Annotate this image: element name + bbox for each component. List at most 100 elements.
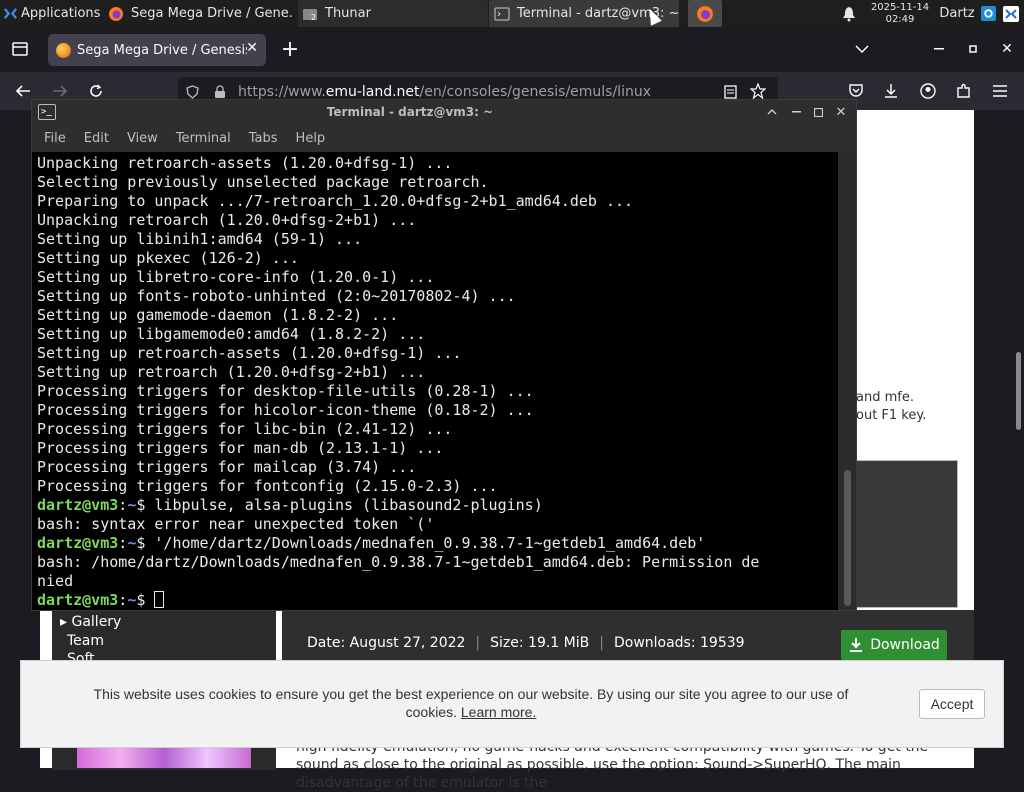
lock-icon[interactable] xyxy=(214,85,226,99)
new-tab-plus-icon[interactable]: + xyxy=(277,36,303,62)
settings-gear-icon[interactable] xyxy=(978,0,998,27)
close-window-icon[interactable]: ✕ xyxy=(994,36,1020,62)
download-label: Download xyxy=(870,637,940,653)
taskbar-firefox-launcher[interactable] xyxy=(688,0,722,27)
emu-land-favicon xyxy=(56,42,71,58)
firefox-tab-bar: Sega Mega Drive / Genesis ✕ + ✕ xyxy=(0,27,1024,72)
cookie-text: This website uses cookies to ensure you … xyxy=(91,685,851,721)
terminal-output-line: Setting up libinih1:amd64 (59-1) ... xyxy=(37,230,363,248)
url-prefix: https://www. xyxy=(238,84,326,100)
xfce-mouse-icon xyxy=(3,8,18,19)
reader-view-icon[interactable] xyxy=(724,85,737,99)
terminal-output-line: Unpacking retroarch-assets (1.20.0+dfsg-… xyxy=(37,154,453,172)
shield-icon[interactable] xyxy=(186,85,199,99)
terminal-error-line: bash: syntax error near unexpected token… xyxy=(37,515,435,533)
terminal-command: '/home/dartz/Downloads/mednafen_0.9.38.7… xyxy=(154,534,706,552)
menu-file[interactable]: File xyxy=(44,131,66,146)
terminal-scrollbar-thumb[interactable] xyxy=(844,470,851,606)
file-downloads: Downloads: 19539 xyxy=(613,635,745,651)
clock-time: 02:49 xyxy=(885,13,915,25)
download-button[interactable]: Download xyxy=(841,630,947,660)
firefox-icon xyxy=(109,6,123,21)
terminal-prompt-line[interactable]: dartz@vm3:~$ xyxy=(37,591,838,610)
terminal-output-line: Processing triggers for mailcap (3.74) .… xyxy=(37,458,417,476)
terminal-close-icon[interactable]: ✕ xyxy=(831,102,851,122)
taskbar-firefox-label: Sega Mega Drive / Gene... xyxy=(131,6,294,21)
terminal-output-line: Setting up retroarch-assets (1.20.0+dfsg… xyxy=(37,344,462,362)
accept-cookies-button[interactable]: Accept xyxy=(919,689,985,719)
terminal-output-line: Processing triggers for libc-bin (2.41-1… xyxy=(37,420,453,438)
notifications-bell-icon[interactable] xyxy=(838,0,860,27)
taskbar-thunar-label: Thunar xyxy=(325,6,371,21)
minimize-icon[interactable] xyxy=(926,36,952,62)
terminal-output-line: Setting up pkexec (126-2) ... xyxy=(37,249,299,267)
extensions-puzzle-icon[interactable] xyxy=(951,78,977,104)
terminal-error-line: bash: /home/dartz/Downloads/mednafen_0.9… xyxy=(37,553,760,571)
page-text-fragment: out F1 key. xyxy=(856,408,927,423)
text-cursor xyxy=(154,591,165,608)
page-scrollbar[interactable] xyxy=(1016,352,1021,430)
terminal-output-line: Processing triggers for hicolor-icon-the… xyxy=(37,401,534,419)
taskbar-thunar[interactable]: 2 Thunar xyxy=(298,0,488,27)
terminal-output[interactable]: Unpacking retroarch-assets (1.20.0+dfsg-… xyxy=(32,152,838,610)
url-domain: emu-land.net xyxy=(325,84,420,100)
menu-view[interactable]: View xyxy=(127,131,158,146)
list-all-tabs-chevron-icon[interactable] xyxy=(849,36,875,62)
browser-tab[interactable]: Sega Mega Drive / Genesis ✕ xyxy=(48,34,266,66)
terminal-output-line: Preparing to unpack .../7-retroarch_1.20… xyxy=(37,192,634,210)
account-icon[interactable] xyxy=(915,78,941,104)
menu-help[interactable]: Help xyxy=(296,131,326,146)
shade-chevron-up-icon[interactable] xyxy=(762,102,782,122)
terminal-command: libpulse, alsa-plugins (libasound2-plugi… xyxy=(154,496,543,514)
file-size: Size: 19.1 MiB xyxy=(490,635,590,651)
terminal-minimize-icon[interactable] xyxy=(786,102,806,122)
terminal-lines: Unpacking retroarch-assets (1.20.0+dfsg-… xyxy=(37,154,838,496)
terminal-window[interactable]: >_ Terminal - dartz@vm3: ~ ✕ File Edit V… xyxy=(31,99,857,611)
terminal-output-line: Processing triggers for fontconfig (2.15… xyxy=(37,477,498,495)
terminal-menubar: File Edit View Terminal Tabs Help xyxy=(32,124,856,152)
terminal-maximize-icon[interactable] xyxy=(808,102,828,122)
terminal-command-line: dartz@vm3:~$ '/home/dartz/Downloads/medn… xyxy=(37,534,706,552)
cookie-banner: This website uses cookies to ensure you … xyxy=(20,660,1004,748)
terminal-output-line: Setting up fonts-roboto-unhinted (2:0~20… xyxy=(37,287,516,305)
url-path: /en/consoles/genesis/emuls/linux xyxy=(419,84,651,100)
emulator-thumbnail[interactable] xyxy=(77,746,251,768)
menu-terminal[interactable]: Terminal xyxy=(176,131,231,146)
terminal-output-line: Setting up retroarch (1.20.0+dfsg-2+b1) … xyxy=(37,363,426,381)
clock[interactable]: 2025-11-14 02:49 xyxy=(864,0,936,27)
hamburger-menu-icon[interactable] xyxy=(987,78,1013,104)
applications-menu-button[interactable]: Applications xyxy=(0,0,104,27)
menu-tabs[interactable]: Tabs xyxy=(249,131,278,146)
terminal-output-line: Setting up libgamemode0:amd64 (1.8.2-2) … xyxy=(37,325,426,343)
bookmark-star-icon[interactable] xyxy=(750,83,766,99)
file-meta: Date: August 27, 2022 | Size: 19.1 MiB |… xyxy=(307,635,745,651)
terminal-output-line: Unpacking retroarch (1.20.0+dfsg-2+b1) .… xyxy=(37,211,417,229)
terminal-title: Terminal - dartz@vm3: ~ xyxy=(326,105,494,119)
file-date: Date: August 27, 2022 xyxy=(307,635,466,651)
applications-label: Applications xyxy=(21,6,101,21)
taskbar-firefox[interactable]: Sega Mega Drive / Gene... xyxy=(104,0,294,27)
terminal-output-line: Setting up libretro-core-info (1.20.0-1)… xyxy=(37,268,435,286)
learn-more-link[interactable]: Learn more. xyxy=(461,704,536,720)
terminal-command-line: dartz@vm3:~$ libpulse, alsa-plugins (lib… xyxy=(37,496,543,514)
user-menu[interactable]: Dartz xyxy=(936,0,978,27)
download-icon xyxy=(850,638,863,652)
terminal-error-line: nied xyxy=(37,572,74,590)
terminal-icon xyxy=(494,7,510,20)
close-tab-icon[interactable]: ✕ xyxy=(246,40,258,56)
sidebar-link-gallery[interactable]: ▸ Gallery xyxy=(60,614,121,630)
top-panel: Applications Sega Mega Drive / Gene... 2… xyxy=(0,0,1024,27)
downloads-icon[interactable] xyxy=(878,78,904,104)
terminal-output-line: Setting up gamemode-daemon (1.8.2-2) ... xyxy=(37,306,399,324)
terminal-scrollbar[interactable] xyxy=(840,152,856,610)
firefox-icon xyxy=(697,5,713,22)
menu-edit[interactable]: Edit xyxy=(84,131,109,146)
maximize-icon[interactable] xyxy=(960,36,986,62)
terminal-titlebar[interactable]: >_ Terminal - dartz@vm3: ~ ✕ xyxy=(32,100,856,124)
folder-icon: 2 xyxy=(303,8,317,22)
browser-tab-title: Sega Mega Drive / Genesis xyxy=(77,42,247,58)
terminal-output-line: Processing triggers for desktop-file-uti… xyxy=(37,382,534,400)
xfce-logout-icon[interactable] xyxy=(1000,0,1022,27)
tab-list-folder-icon[interactable] xyxy=(7,36,33,62)
sidebar-link-team[interactable]: Team xyxy=(67,633,104,649)
